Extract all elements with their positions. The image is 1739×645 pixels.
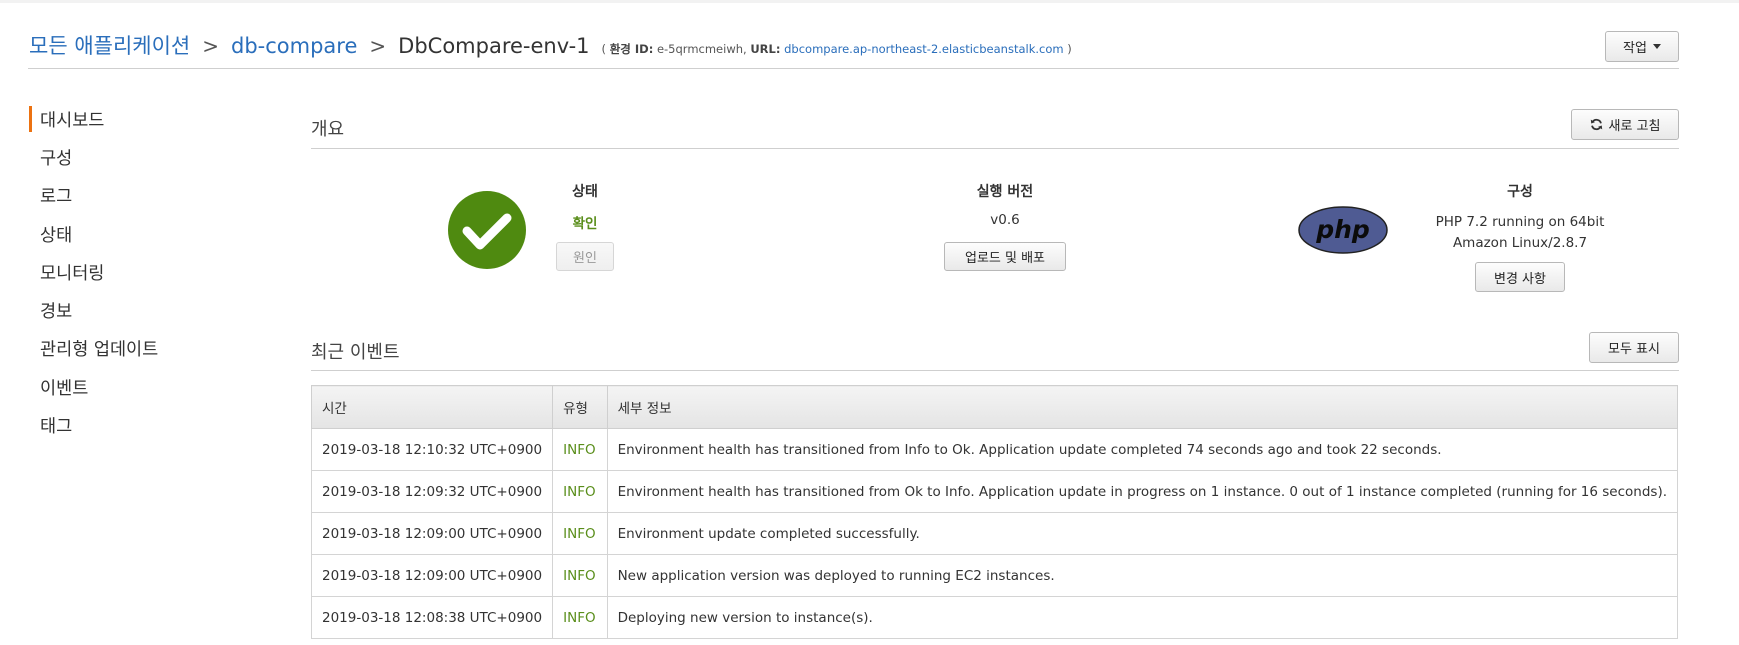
running-version-heading: 실행 버전	[976, 184, 1034, 200]
causes-button[interactable]: 원인	[556, 242, 614, 271]
breadcrumb-separator: >	[202, 34, 220, 58]
sidebar-item-label: 대시보드	[40, 110, 105, 131]
sidebar-item-label: 구성	[40, 148, 73, 169]
changes-button-label: 변경 사항	[1494, 271, 1546, 287]
event-time: 2019-03-18 12:08:38 UTC+0900	[310, 596, 554, 639]
environment-name: DbCompare-env-1	[398, 34, 590, 58]
upload-and-deploy-button[interactable]: 업로드 및 배포	[944, 242, 1066, 271]
events-table: 시간 유형 세부 정보 2019-03-18 12:10:32 UTC+0900…	[310, 385, 1679, 639]
sidebar-item-label: 이벤트	[40, 378, 89, 399]
sidebar-item-label: 경보	[40, 302, 73, 323]
event-type: INFO	[552, 470, 608, 513]
event-type: INFO	[552, 428, 608, 471]
event-type: INFO	[552, 596, 608, 639]
overview-title: 개요	[311, 119, 345, 140]
breadcrumb-separator: >	[369, 34, 387, 58]
table-row: 2019-03-18 12:09:00 UTC+0900 INFO New ap…	[310, 554, 1679, 597]
health-heading: 상태	[572, 184, 598, 200]
actions-dropdown-button[interactable]: 작업	[1605, 31, 1679, 62]
event-detail: Deploying new version to instance(s).	[606, 596, 1679, 639]
sidebar-item-configuration[interactable]: 구성	[29, 138, 259, 176]
breadcrumb: 모든 애플리케이션 > db-compare > DbCompare-env-1…	[29, 30, 1072, 60]
refresh-button-label: 새로 고침	[1608, 119, 1661, 134]
table-header-row: 시간 유형 세부 정보	[310, 385, 1679, 429]
sidebar-item-label: 모니터링	[40, 263, 105, 284]
event-time: 2019-03-18 12:09:00 UTC+0900	[310, 554, 554, 597]
show-all-label: 모두 표시	[1608, 342, 1660, 357]
sidebar-item-alarms[interactable]: 경보	[29, 291, 259, 329]
health-status-value: 확인	[572, 216, 598, 232]
running-version-value: v0.6	[990, 212, 1020, 228]
table-row: 2019-03-18 12:09:32 UTC+0900 INFO Enviro…	[310, 470, 1679, 513]
show-all-button[interactable]: 모두 표시	[1589, 332, 1679, 363]
refresh-button[interactable]: 새로 고침	[1571, 109, 1679, 140]
sidebar-item-events[interactable]: 이벤트	[29, 368, 259, 406]
refresh-icon	[1590, 118, 1602, 131]
php-logo-text: php	[1315, 215, 1370, 244]
table-row: 2019-03-18 12:10:32 UTC+0900 INFO Enviro…	[310, 428, 1679, 471]
env-id-value: e-5qrmcmeiwh,	[656, 42, 747, 56]
top-border	[0, 0, 1739, 3]
sidebar-item-label: 관리형 업데이트	[40, 340, 159, 361]
upload-deploy-label: 업로드 및 배포	[964, 251, 1046, 266]
event-time: 2019-03-18 12:10:32 UTC+0900	[310, 428, 554, 471]
sidebar-item-label: 상태	[40, 225, 73, 246]
environment-url-link[interactable]: dbcompare.ap-northeast-2.elasticbeanstal…	[784, 42, 1063, 56]
event-type: INFO	[552, 512, 608, 555]
caret-down-icon	[1652, 44, 1661, 49]
event-time: 2019-03-18 12:09:32 UTC+0900	[310, 470, 554, 513]
sidebar-item-label: 태그	[40, 417, 73, 438]
column-header-time[interactable]: 시간	[310, 385, 554, 429]
sidebar-item-monitoring[interactable]: 모니터링	[29, 253, 259, 291]
sidebar-item-managed-updates[interactable]: 관리형 업데이트	[29, 330, 259, 368]
event-time: 2019-03-18 12:09:00 UTC+0900	[310, 512, 554, 555]
actions-button-label: 작업	[1623, 41, 1647, 56]
table-row: 2019-03-18 12:08:38 UTC+0900 INFO Deploy…	[310, 596, 1679, 639]
meta-open-paren: (	[601, 42, 607, 56]
causes-button-label: 원인	[573, 251, 597, 266]
table-row: 2019-03-18 12:09:00 UTC+0900 INFO Enviro…	[310, 512, 1679, 555]
event-type: INFO	[552, 554, 608, 597]
sidebar-item-dashboard[interactable]: 대시보드	[29, 100, 259, 138]
column-header-type[interactable]: 유형	[552, 385, 608, 429]
event-detail: Environment health has transitioned from…	[606, 470, 1679, 513]
changes-button[interactable]: 변경 사항	[1475, 262, 1565, 292]
sidebar-item-tags[interactable]: 태그	[29, 406, 259, 444]
environment-meta: ( 환경 ID: e-5qrmcmeiwh, URL: dbcompare.ap…	[602, 41, 1072, 57]
configuration-heading: 구성	[1507, 184, 1533, 200]
configuration-platform-value: PHP 7.2 running on 64bit Amazon Linux/2.…	[1435, 214, 1605, 251]
breadcrumb-application[interactable]: db-compare	[231, 34, 357, 58]
overview-divider	[311, 148, 1679, 149]
recent-events-title: 최근 이벤트	[311, 342, 400, 363]
header-divider	[28, 68, 1679, 69]
event-detail: Environment update completed successfull…	[606, 512, 1679, 555]
breadcrumb-all-applications[interactable]: 모든 애플리케이션	[29, 30, 190, 60]
check-circle-icon	[448, 191, 526, 269]
php-logo-icon: php	[1298, 206, 1388, 254]
column-header-details[interactable]: 세부 정보	[606, 385, 1679, 429]
event-detail: New application version was deployed to …	[606, 554, 1679, 597]
events-divider	[311, 370, 1679, 371]
meta-close-paren: )	[1067, 42, 1072, 56]
sidebar-nav: 대시보드 구성 로그 상태 모니터링 경보 관리형 업데이트 이벤트 태그	[29, 100, 259, 445]
event-detail: Environment health has transitioned from…	[606, 428, 1679, 471]
sidebar-item-health[interactable]: 상태	[29, 215, 259, 253]
sidebar-item-label: 로그	[40, 187, 73, 208]
url-label: URL:	[750, 42, 781, 56]
sidebar-item-logs[interactable]: 로그	[29, 177, 259, 215]
env-id-label: 환경 ID:	[609, 42, 654, 56]
